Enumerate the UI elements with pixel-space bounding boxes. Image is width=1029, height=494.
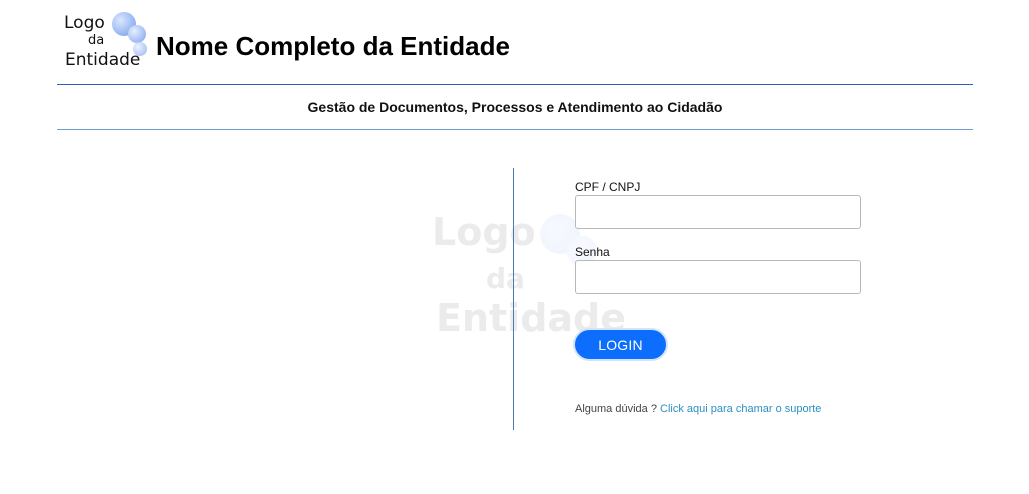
password-label: Senha <box>575 245 610 259</box>
watermark-line2: da <box>486 262 525 295</box>
logo-text-line3: Entidade <box>65 50 141 70</box>
cpf-cnpj-label: CPF / CNPJ <box>575 180 641 194</box>
support-link[interactable]: Click aqui para chamar o suporte <box>660 403 821 415</box>
watermark-bubble-icon <box>540 214 580 254</box>
system-subtitle: Gestão de Documentos, Processos e Atendi… <box>307 99 723 115</box>
header-divider-top <box>57 84 973 85</box>
watermark-line1: Logo <box>432 210 536 254</box>
login-button[interactable]: LOGIN <box>573 328 668 361</box>
entity-name-title: Nome Completo da Entidade <box>156 31 510 61</box>
password-input[interactable] <box>575 260 861 294</box>
logo-text-line1: Logo <box>64 13 105 33</box>
content-divider <box>513 168 514 430</box>
entity-logo: Logo da Entidade <box>62 12 152 72</box>
logo-text-line2: da <box>88 33 105 48</box>
cpf-cnpj-input[interactable] <box>575 195 861 229</box>
logo-bubble-icon <box>128 25 146 43</box>
help-question: Alguma dúvida ? <box>575 403 657 415</box>
support-help-text: Alguma dúvida ? Click aqui para chamar o… <box>575 403 821 415</box>
header-divider-bottom <box>57 129 973 130</box>
